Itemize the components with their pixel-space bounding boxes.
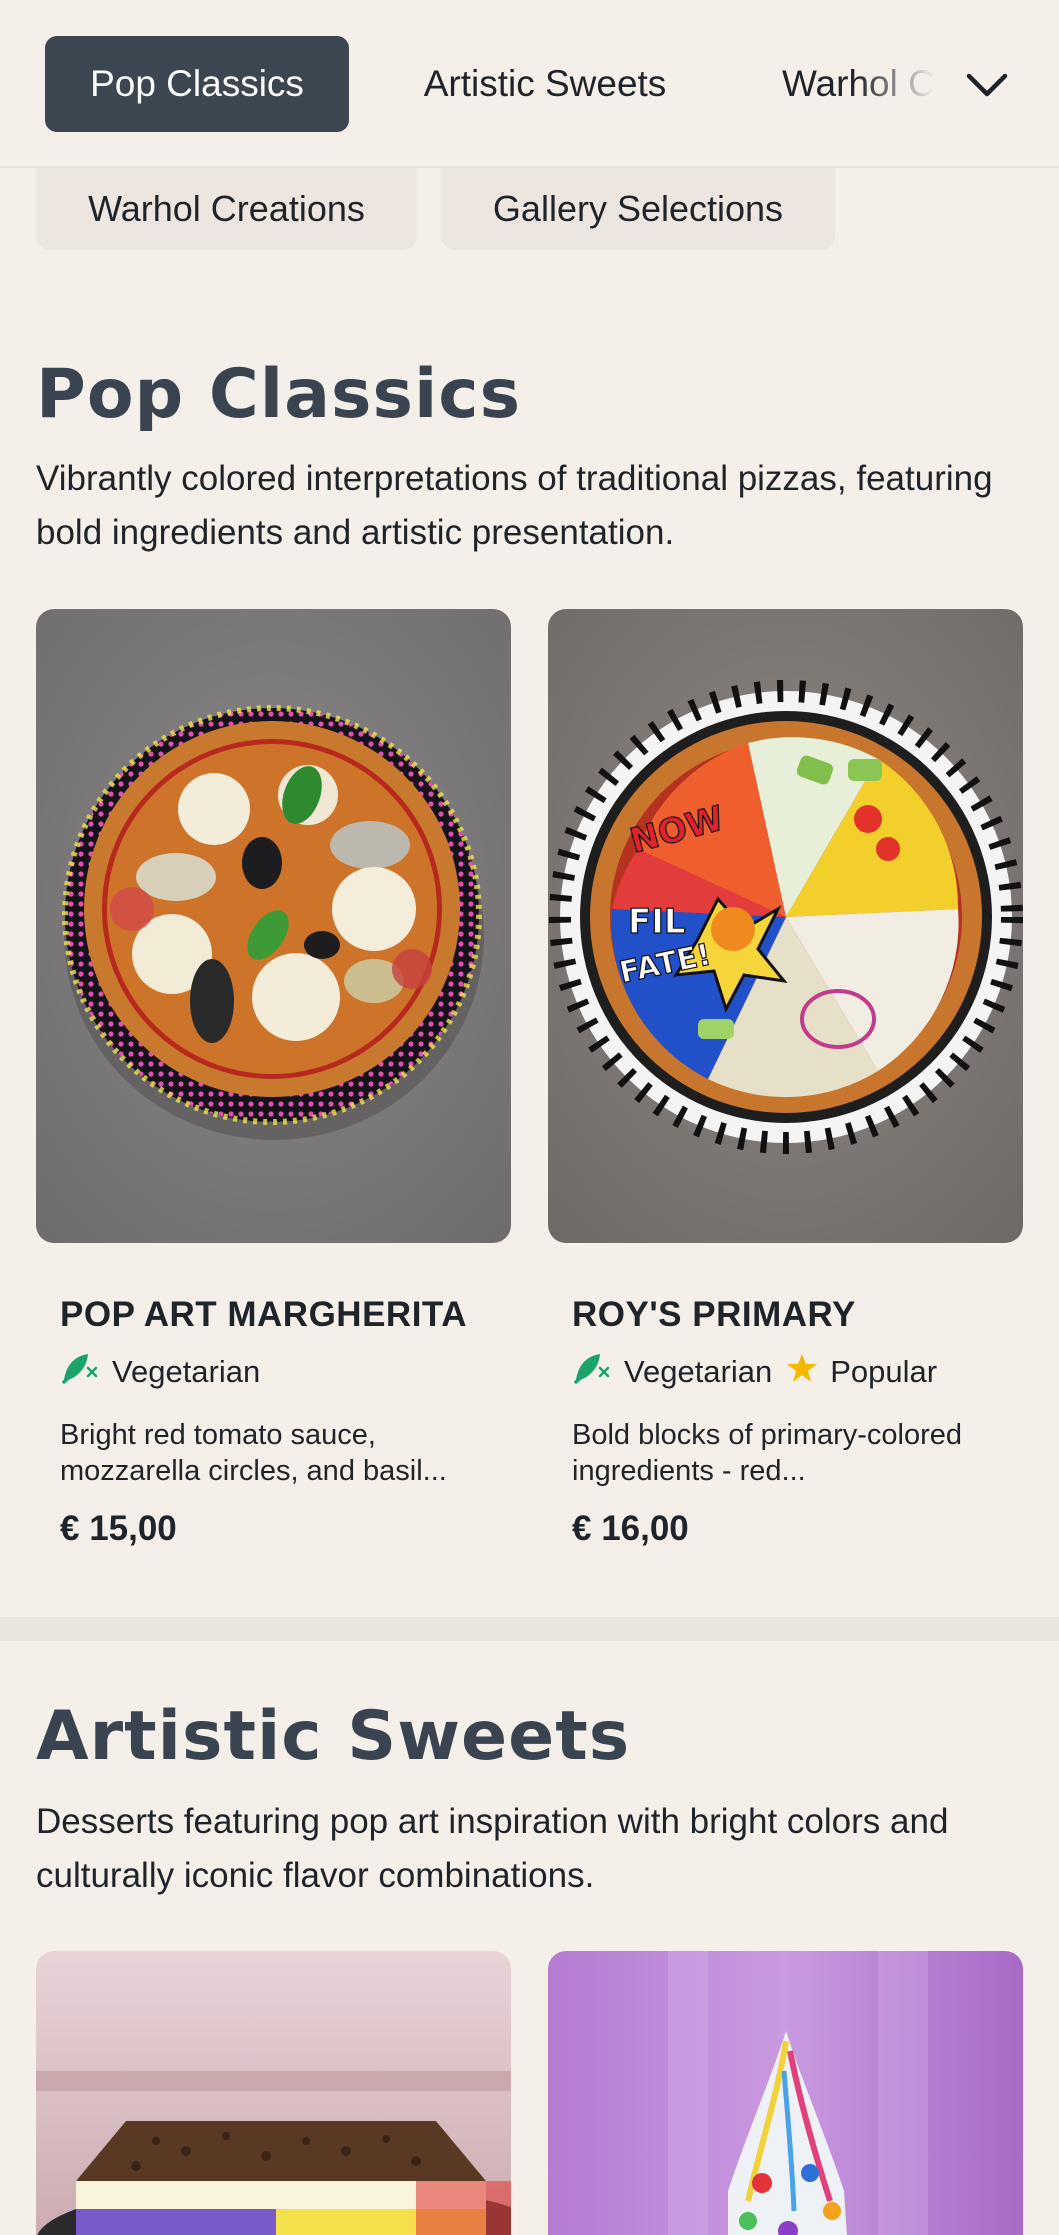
item-tags: Vegetarian: [60, 1347, 260, 1397]
item-tags: Vegetarian Popular: [572, 1347, 937, 1397]
soft-serve-image: [548, 1951, 1023, 2235]
vegetarian-icon: [60, 1350, 100, 1394]
chevron-down-icon[interactable]: [958, 56, 1016, 114]
tab-pop-classics[interactable]: Pop Classics: [45, 36, 349, 132]
tag-vegetarian: Vegetarian: [60, 1350, 260, 1394]
item-price: € 16,00: [572, 1509, 689, 1548]
item-description: Bright red tomato sauce, mozzarella circ…: [60, 1419, 447, 1487]
chip-warhol-creations[interactable]: Warhol Creations: [36, 168, 417, 250]
tag-popular: Popular: [786, 1352, 937, 1392]
category-nav: Pop Classics Artistic Sweets Warhol C: [0, 0, 1059, 168]
tag-label: Popular: [830, 1354, 938, 1389]
svg-text:FIL: FIL: [628, 902, 686, 942]
section-description: Desserts featuring pop art inspiration w…: [36, 1802, 949, 1895]
tag-label: Vegetarian: [112, 1354, 261, 1389]
pizza-image: NOW FIL FATE!: [548, 609, 1023, 1243]
item-price: € 15,00: [60, 1509, 177, 1548]
item-description: Bold blocks of primary-colored ingredien…: [572, 1419, 963, 1487]
vegetarian-icon: [572, 1350, 612, 1394]
item-name: ROY'S PRIMARY: [572, 1295, 856, 1334]
tag-vegetarian: Vegetarian: [572, 1350, 772, 1394]
section-title-pop-classics: Pop Classics: [36, 355, 522, 434]
section-description: Vibrantly colored interpretations of tra…: [36, 459, 993, 552]
item-name: POP ART MARGHERITA: [60, 1295, 467, 1334]
section-title-artistic-sweets: Artistic Sweets: [36, 1697, 631, 1776]
menu-item-card[interactable]: NOW FIL FATE! ROY'S PRIMARY Vegetarian P…: [548, 609, 1023, 1579]
menu-item-card[interactable]: [548, 1951, 1023, 2235]
star-icon: [786, 1352, 818, 1392]
tab-label: Warhol C: [782, 63, 935, 104]
chip-gallery-selections[interactable]: Gallery Selections: [441, 168, 835, 250]
menu-item-card[interactable]: POP ART MARGHERITA Vegetarian Bright red…: [36, 609, 511, 1579]
section-divider: [0, 1617, 1059, 1641]
tab-artistic-sweets[interactable]: Artistic Sweets: [380, 36, 710, 132]
tag-label: Vegetarian: [624, 1354, 773, 1389]
pizza-image: [36, 609, 511, 1243]
dessert-cake-image: [36, 1951, 511, 2235]
menu-item-card[interactable]: [36, 1951, 511, 2235]
